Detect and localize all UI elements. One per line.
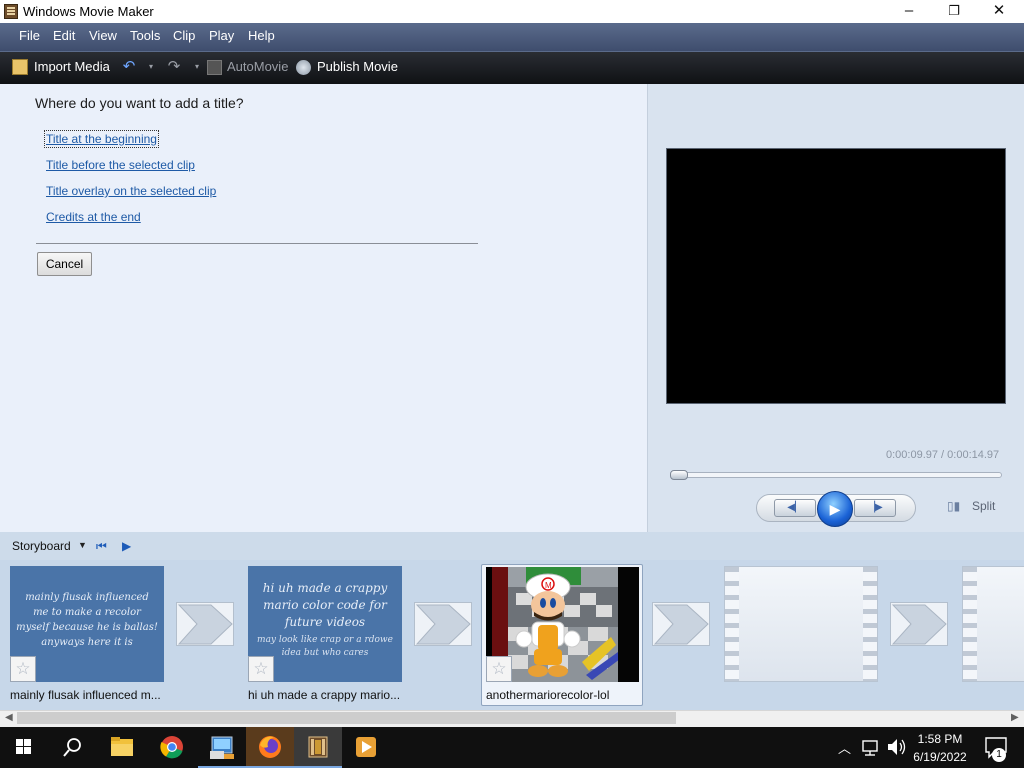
- scroll-right-arrow-icon[interactable]: ▶: [1011, 712, 1019, 723]
- credits-at-end-link[interactable]: Credits at the end: [46, 210, 141, 224]
- network-icon[interactable]: [858, 727, 884, 768]
- transition-arrow-icon: [653, 604, 709, 645]
- scrollbar-thumb[interactable]: [17, 712, 676, 724]
- restore-button[interactable]: ❐: [931, 0, 977, 23]
- star-icon[interactable]: ☆: [10, 656, 36, 682]
- automovie-icon: [207, 60, 222, 75]
- film-body: [739, 567, 863, 681]
- control-panel-icon[interactable]: [198, 727, 246, 768]
- publish-movie-button[interactable]: Publish Movie: [317, 59, 398, 74]
- previous-frame-button[interactable]: ◀▏: [774, 499, 816, 517]
- volume-icon[interactable]: [884, 727, 908, 768]
- minimize-button[interactable]: –: [886, 0, 932, 23]
- seek-thumb[interactable]: [670, 470, 688, 480]
- notification-count-badge: 1: [992, 748, 1006, 762]
- scroll-left-arrow-icon[interactable]: ◀: [5, 712, 13, 723]
- split-icon: ▯▮: [947, 499, 961, 513]
- cancel-button[interactable]: Cancel: [37, 252, 92, 276]
- menu-clip[interactable]: Clip: [173, 28, 195, 43]
- media-player-icon[interactable]: [342, 727, 390, 768]
- transition-slot-1[interactable]: [176, 602, 234, 646]
- file-explorer-icon[interactable]: [98, 727, 146, 768]
- empty-clip-slot-1[interactable]: [724, 566, 878, 682]
- star-icon[interactable]: ☆: [248, 656, 274, 682]
- clip-2-main-text: hi uh made a crappy mario color code for…: [262, 581, 388, 629]
- split-button[interactable]: Split: [972, 499, 995, 513]
- transition-arrow-icon: [891, 604, 947, 645]
- transition-slot-2[interactable]: [414, 602, 472, 646]
- transition-slot-4[interactable]: [890, 602, 948, 646]
- title-question: Where do you want to add a title?: [35, 95, 244, 111]
- clip-2-subtext: may look like crap or a rdowe idea but w…: [257, 635, 393, 658]
- menu-help[interactable]: Help: [248, 28, 275, 43]
- divider: [36, 243, 478, 244]
- clip-2-caption: hi uh made a crappy mario...: [248, 688, 401, 702]
- title-at-beginning-link[interactable]: Title at the beginning: [44, 130, 159, 148]
- menu-edit[interactable]: Edit: [53, 28, 75, 43]
- movie-maker-task-icon[interactable]: [294, 727, 342, 768]
- redo-dropdown-icon[interactable]: ▾: [189, 59, 205, 75]
- preview-monitor: [666, 148, 1006, 404]
- next-frame-button[interactable]: ▕▶: [854, 499, 896, 517]
- title-before-selected-clip-link[interactable]: Title before the selected clip: [46, 158, 195, 172]
- show-hidden-icons-icon[interactable]: ︿: [838, 738, 851, 757]
- storyboard-dropdown-icon[interactable]: ▼: [78, 540, 87, 550]
- clock-time[interactable]: 1:58 PM: [910, 732, 970, 746]
- rewind-storyboard-icon[interactable]: ⏮: [96, 539, 107, 554]
- menu-view[interactable]: View: [89, 28, 117, 43]
- toolbar: Import Media ↶ ▾ ↷ ▾ AutoMovie Publish M…: [0, 51, 1024, 84]
- storyboard-clip-2[interactable]: hi uh made a crappy mario color code for…: [248, 566, 402, 682]
- transition-arrow-icon: [177, 604, 233, 645]
- close-button[interactable]: ✕: [976, 0, 1022, 23]
- menu-bar: File Edit View Tools Clip Play Help: [0, 23, 1024, 51]
- undo-icon[interactable]: ↶: [121, 59, 137, 75]
- menu-file[interactable]: File: [19, 28, 40, 43]
- seek-bar[interactable]: [670, 472, 1002, 478]
- film-strip-left: [725, 567, 739, 681]
- film-body: [977, 567, 1024, 681]
- window-title: Windows Movie Maker: [23, 4, 154, 19]
- empty-clip-slot-2[interactable]: [962, 566, 1024, 682]
- play-button[interactable]: ▶: [817, 491, 853, 527]
- storyboard-view-label[interactable]: Storyboard: [12, 539, 71, 553]
- star-icon[interactable]: ☆: [486, 656, 512, 682]
- film-strip-right: [863, 567, 877, 681]
- title-task-pane: [0, 84, 647, 532]
- clock-date[interactable]: 6/19/2022: [910, 750, 970, 764]
- search-icon[interactable]: [48, 727, 96, 768]
- automovie-button[interactable]: AutoMovie: [227, 59, 288, 74]
- chrome-icon[interactable]: [148, 727, 196, 768]
- title-bar: Windows Movie Maker – ❐ ✕: [0, 0, 1024, 23]
- redo-icon[interactable]: ↷: [166, 59, 182, 75]
- menu-play[interactable]: Play: [209, 28, 234, 43]
- publish-movie-icon: [296, 60, 311, 75]
- storyboard-header: [0, 532, 1024, 560]
- timecode: 0:00:09.97 / 0:00:14.97: [886, 449, 1000, 461]
- firefox-icon[interactable]: [246, 727, 294, 768]
- clip-1-caption: mainly flusak influenced m...: [10, 688, 161, 702]
- play-storyboard-icon[interactable]: ▶: [122, 539, 131, 553]
- import-media-button[interactable]: Import Media: [34, 59, 110, 74]
- undo-dropdown-icon[interactable]: ▾: [143, 59, 159, 75]
- storyboard-clip-3[interactable]: M ☆: [486, 567, 639, 682]
- menu-tools[interactable]: Tools: [130, 28, 160, 43]
- title-overlay-selected-clip-link[interactable]: Title overlay on the selected clip: [46, 184, 216, 198]
- movie-maker-window: Windows Movie Maker – ❐ ✕ File Edit View…: [0, 0, 1024, 768]
- transition-slot-3[interactable]: [652, 602, 710, 646]
- clip-3-caption: anothermariorecolor-lol: [486, 688, 610, 702]
- storyboard-clip-1[interactable]: mainly flusak influenced me to make a re…: [10, 566, 164, 682]
- movie-maker-icon: [4, 4, 18, 19]
- svg-text:M: M: [545, 581, 552, 590]
- film-strip-left: [963, 567, 977, 681]
- windows-start-icon[interactable]: [0, 727, 48, 768]
- transition-arrow-icon: [415, 604, 471, 645]
- import-media-icon: [12, 59, 28, 75]
